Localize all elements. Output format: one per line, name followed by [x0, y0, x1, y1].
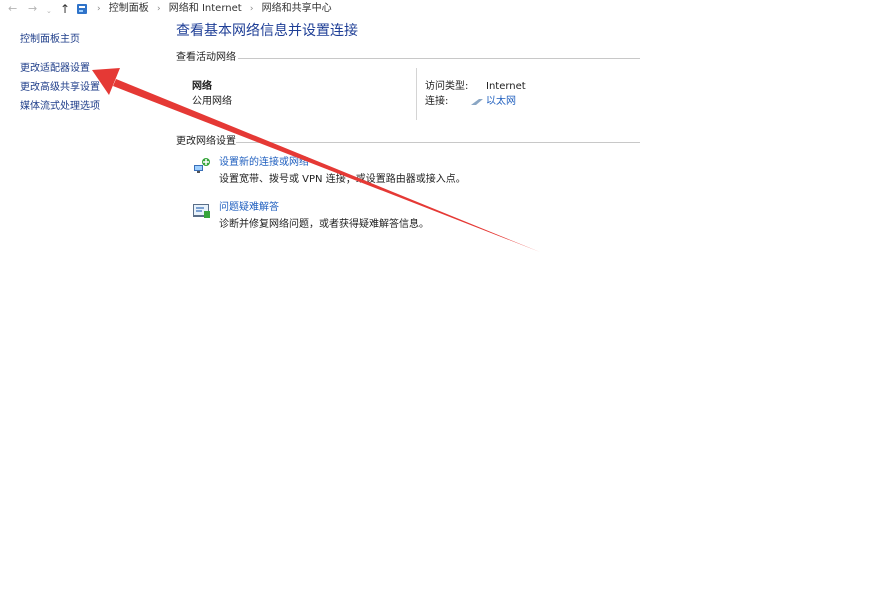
active-networks-heading: 查看活动网络: [176, 52, 236, 63]
setup-new-connection-description: 设置宽带、拨号或 VPN 连接；或设置路由器或接入点。: [219, 174, 466, 185]
troubleshoot-problems-link[interactable]: 问题疑难解答: [219, 201, 279, 214]
connection-label: 连接:: [425, 96, 449, 107]
troubleshoot-problems-description: 诊断并修复网络问题，或者获得疑难解答信息。: [219, 219, 429, 230]
address-bar: ← → ⌄ ↑ › 控制面板 › 网络和 Internet › 网络和共享中心: [0, 0, 894, 18]
back-button[interactable]: ←: [8, 2, 17, 16]
section-divider: [238, 58, 640, 59]
recent-locations-dropdown[interactable]: ⌄: [46, 4, 52, 18]
setup-new-connection-link[interactable]: 设置新的连接或网络: [219, 156, 309, 169]
page-title: 查看基本网络信息并设置连接: [176, 23, 358, 39]
troubleshoot-icon: [193, 204, 210, 218]
sidebar-item-change-adapter-settings[interactable]: 更改适配器设置: [20, 62, 90, 75]
forward-button[interactable]: →: [28, 2, 37, 16]
control-panel-icon: [77, 4, 87, 14]
sidebar-item-advanced-sharing-settings[interactable]: 更改高级共享设置: [20, 81, 100, 94]
network-setup-icon: [194, 158, 210, 173]
breadcrumb-separator: ›: [97, 4, 101, 14]
network-info-divider: [416, 68, 417, 120]
access-type-value: Internet: [486, 81, 526, 92]
network-name: 网络: [192, 81, 212, 92]
network-type[interactable]: 公用网络: [192, 95, 232, 108]
change-settings-heading: 更改网络设置: [176, 136, 236, 147]
access-type-label: 访问类型:: [425, 81, 469, 92]
ethernet-icon: [471, 99, 483, 105]
up-button[interactable]: ↑: [60, 2, 70, 16]
section-divider: [236, 142, 640, 143]
breadcrumb-network-sharing-center[interactable]: 网络和共享中心: [262, 3, 332, 15]
breadcrumb-control-panel[interactable]: 控制面板: [109, 3, 149, 15]
connection-ethernet-link[interactable]: 以太网: [486, 95, 516, 108]
sidebar-item-media-streaming-options[interactable]: 媒体流式处理选项: [20, 100, 100, 113]
breadcrumb-separator: ›: [156, 4, 161, 14]
sidebar-item-control-panel-home[interactable]: 控制面板主页: [20, 33, 80, 46]
breadcrumb-separator: ›: [249, 4, 254, 14]
breadcrumb: › 控制面板 › 网络和 Internet › 网络和共享中心: [92, 3, 332, 15]
breadcrumb-network-internet[interactable]: 网络和 Internet: [169, 3, 242, 15]
